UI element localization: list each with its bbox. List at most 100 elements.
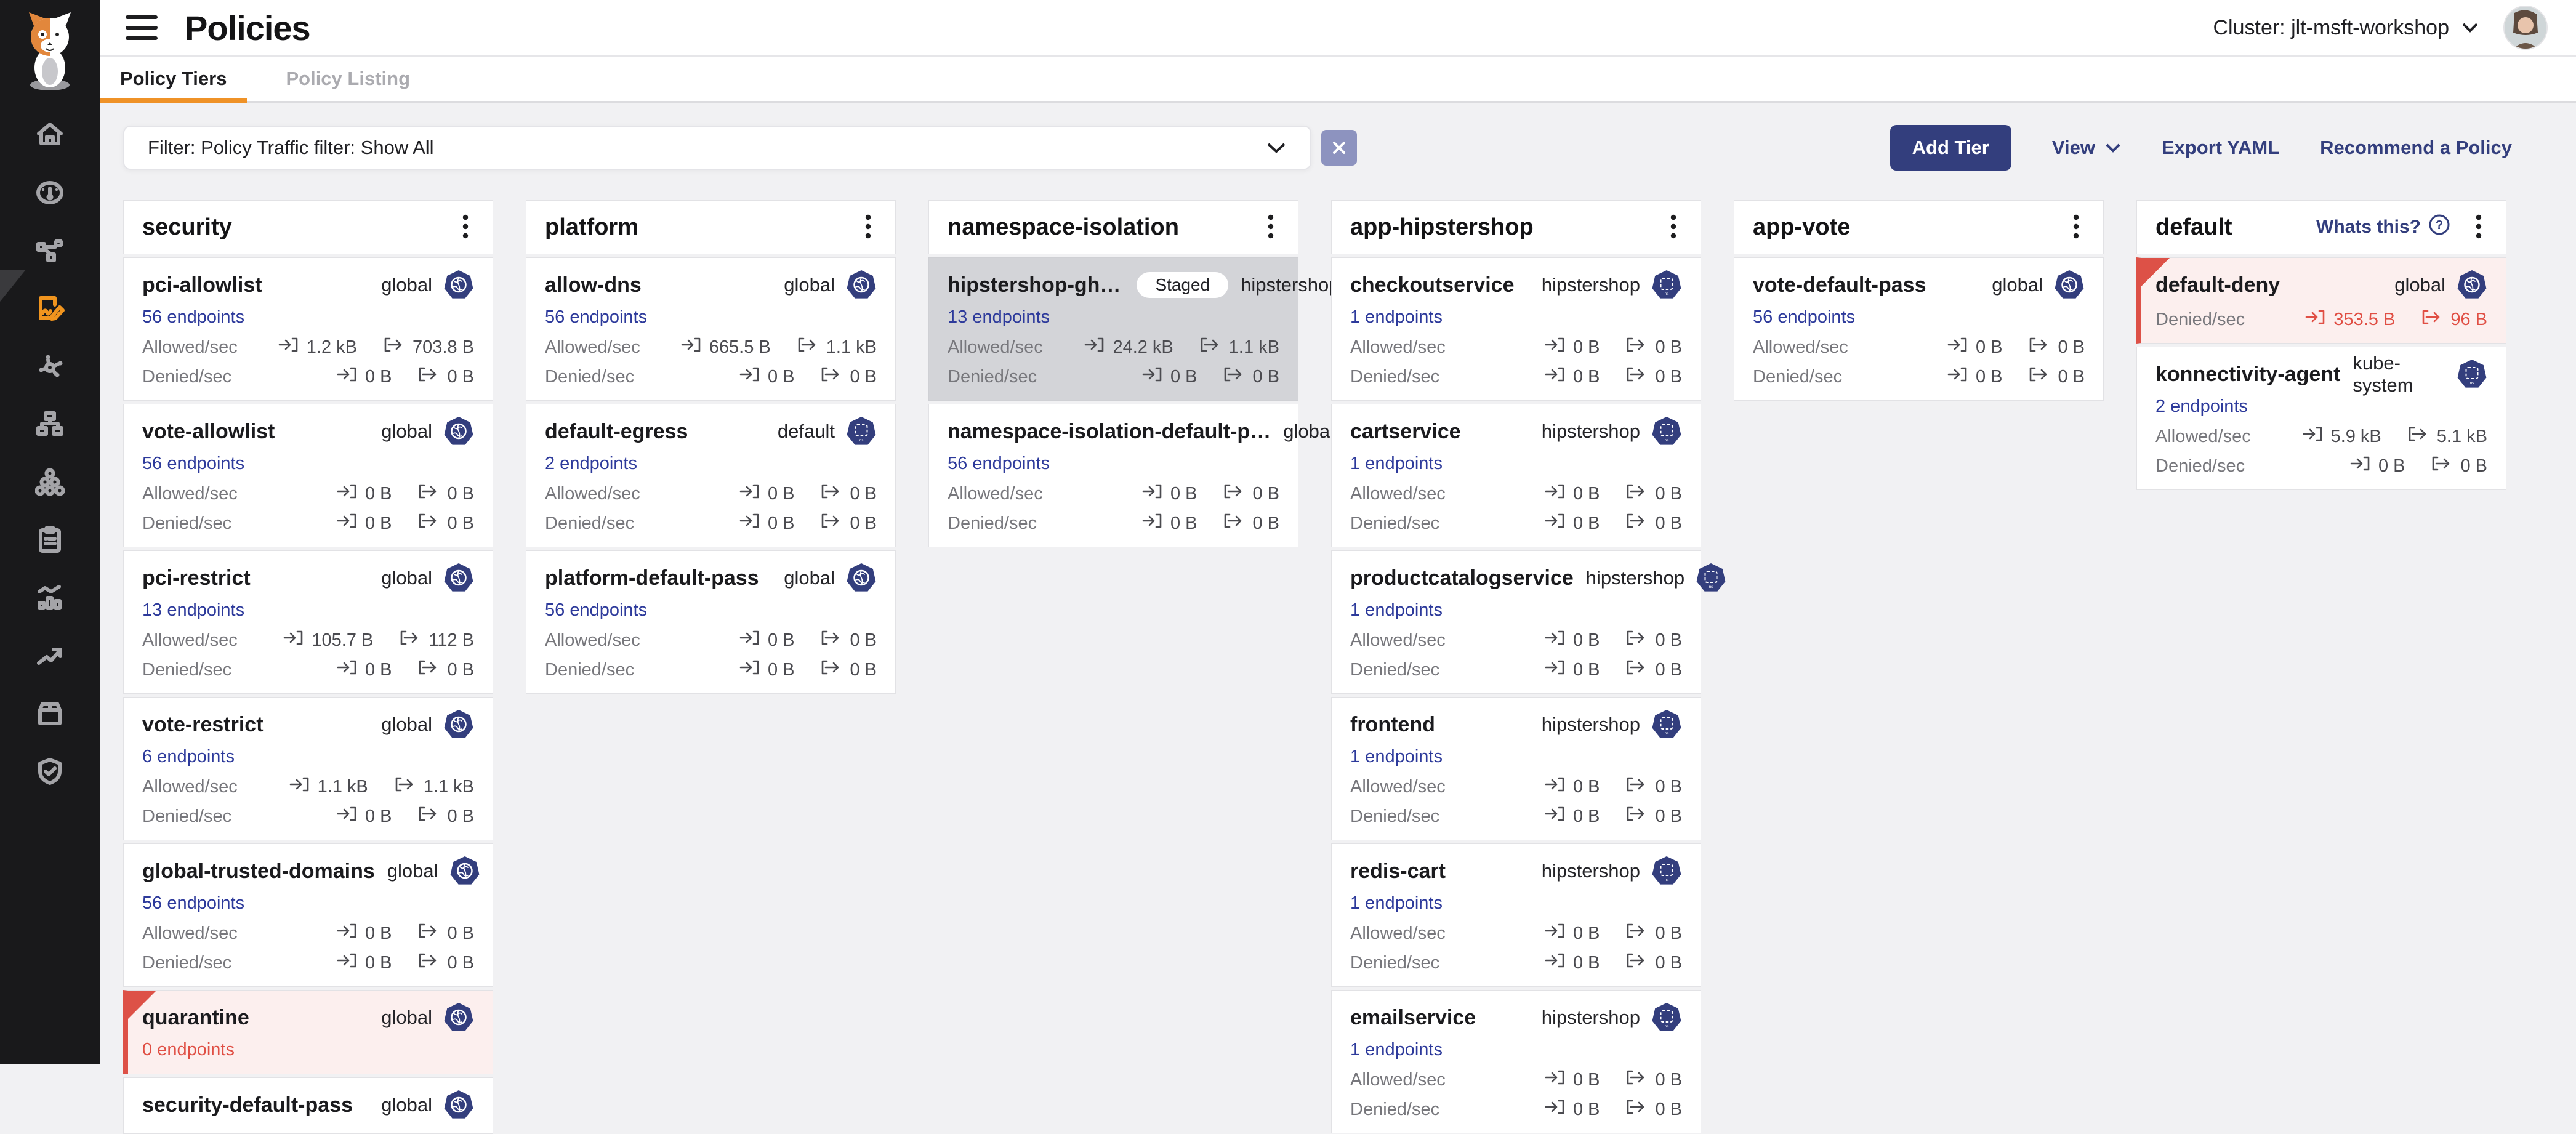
endpoints-link[interactable]: 2 endpoints [545, 454, 637, 474]
policy-card[interactable]: namespace-isolation-default-p…global56 e… [928, 404, 1298, 547]
metric-out-value: 0 B [2058, 337, 2085, 358]
sidebar-item-dashboard[interactable] [0, 165, 100, 223]
sidebar-item-compliance[interactable] [0, 512, 100, 570]
endpoints-link[interactable]: 56 endpoints [142, 307, 244, 328]
metric-in-value: 0 B [768, 630, 795, 651]
clear-filter-button[interactable] [1321, 130, 1357, 166]
sidebar-item-flows[interactable] [0, 339, 100, 396]
egress-icon [820, 659, 842, 681]
endpoints-link[interactable]: 6 endpoints [142, 747, 235, 767]
egress-icon [394, 776, 416, 798]
ingress-icon [1083, 336, 1105, 358]
hamburger-menu-icon[interactable] [126, 15, 158, 40]
policy-card[interactable]: vote-allowlistglobal56 endpointsAllowed/… [123, 404, 493, 547]
sidebar-item-nodes[interactable] [0, 396, 100, 454]
endpoints-link[interactable]: 1 endpoints [1350, 893, 1443, 914]
tier-menu-button[interactable] [2466, 212, 2491, 242]
metric-in-value: 0 B [365, 923, 392, 944]
endpoints-link[interactable]: 56 endpoints [142, 893, 244, 914]
tier-menu-button[interactable] [2064, 212, 2088, 242]
metric-out-value: 0 B [447, 513, 474, 534]
endpoints-link[interactable]: 1 endpoints [1350, 1040, 1443, 1060]
egress-icon [1625, 805, 1648, 827]
tab-policy-listing[interactable]: Policy Listing [265, 57, 430, 101]
policy-card[interactable]: platform-default-passglobal56 endpointsA… [526, 550, 896, 694]
endpoints-link[interactable]: 0 endpoints [142, 1040, 235, 1060]
metric-out-value: 0 B [1655, 1100, 1682, 1120]
sidebar-item-clusters[interactable] [0, 454, 100, 512]
ingress-icon [1544, 366, 1566, 388]
policy-card[interactable]: default-egressdefaultns2 endpointsAllowe… [526, 404, 896, 547]
policy-card[interactable]: vote-restrictglobal6 endpointsAllowed/se… [123, 697, 493, 840]
sidebar-item-packages[interactable] [0, 686, 100, 744]
globe-icon [449, 856, 480, 887]
tier-title: security [142, 214, 232, 241]
metric-in-value: 0 B [1573, 660, 1600, 680]
cluster-selector[interactable]: Cluster: jlt-msft-workshop [2213, 16, 2479, 40]
policy-card[interactable]: quarantineglobal0 endpoints [123, 990, 493, 1074]
policy-card[interactable]: productcatalogservicehipstershopns1 endp… [1331, 550, 1701, 694]
policy-card[interactable]: global-trusted-domainsglobal56 endpoints… [123, 843, 493, 987]
export-yaml-button[interactable]: Export YAML [2162, 137, 2279, 159]
endpoints-link[interactable]: 56 endpoints [545, 600, 647, 621]
globe-icon [846, 563, 877, 593]
policy-scope: kube-system [2340, 352, 2445, 396]
view-menu-button[interactable]: View [2052, 137, 2121, 159]
policy-card[interactable]: hipstershop-gh…Stagedhipstershopns13 end… [928, 257, 1298, 401]
policy-name: namespace-isolation-default-p… [948, 420, 1271, 444]
policy-card[interactable]: vote-default-passglobal56 endpointsAllow… [1734, 257, 2104, 401]
main-area: Policies Cluster: jlt-msft-workshop Poli… [100, 0, 2576, 1064]
metric-out-value: 0 B [1655, 923, 1682, 944]
recommend-policy-button[interactable]: Recommend a Policy [2320, 137, 2512, 159]
tier-menu-button[interactable] [1661, 212, 1686, 242]
tier-menu-button[interactable] [856, 212, 880, 242]
sidebar-item-statistics[interactable] [0, 570, 100, 628]
add-tier-button[interactable]: Add Tier [1890, 125, 2011, 171]
ingress-icon [1544, 1069, 1566, 1091]
policy-card[interactable]: pci-restrictglobal13 endpointsAllowed/se… [123, 550, 493, 694]
sidebar-item-home[interactable] [0, 107, 100, 165]
metric-in-value: 0 B [1573, 777, 1600, 797]
tier-menu-button[interactable] [1258, 212, 1283, 242]
endpoints-link[interactable]: 2 endpoints [2155, 396, 2248, 417]
endpoints-link[interactable]: 13 endpoints [948, 307, 1050, 328]
metric-out-value: 0 B [850, 367, 877, 387]
svg-text:ns: ns [2470, 381, 2475, 385]
tab-policy-tiers[interactable]: Policy Tiers [100, 57, 247, 101]
ingress-icon [336, 483, 358, 505]
endpoints-link[interactable]: 1 endpoints [1350, 454, 1443, 474]
endpoints-link[interactable]: 13 endpoints [142, 600, 244, 621]
metric-label: Denied/sec [2155, 310, 2245, 330]
egress-icon [2407, 425, 2429, 448]
metric-label: Denied/sec [142, 806, 231, 827]
egress-icon [2431, 455, 2453, 477]
metric-out-value: 0 B [447, 367, 474, 387]
endpoints-link[interactable]: 1 endpoints [1350, 307, 1443, 328]
sidebar-item-activity[interactable] [0, 628, 100, 686]
policy-scope: hipstershop [1529, 274, 1640, 296]
endpoints-link[interactable]: 1 endpoints [1350, 600, 1443, 621]
policy-card[interactable]: allow-dnsglobal56 endpointsAllowed/sec66… [526, 257, 896, 401]
whats-this-link[interactable]: Whats this?? [2316, 214, 2450, 241]
endpoints-link[interactable]: 56 endpoints [1753, 307, 1855, 328]
policy-card[interactable]: redis-carthipstershopns1 endpointsAllowe… [1331, 843, 1701, 987]
avatar[interactable] [2503, 6, 2548, 50]
policy-card[interactable]: checkoutservicehipstershopns1 endpointsA… [1331, 257, 1701, 401]
endpoints-link[interactable]: 56 endpoints [948, 454, 1050, 474]
policy-card[interactable]: security-default-passglobal [123, 1077, 493, 1134]
policy-card[interactable]: konnectivity-agentkube-systemns2 endpoin… [2136, 347, 2506, 490]
policy-card[interactable]: default-denyglobalDenied/sec353.5 B96 B [2136, 257, 2506, 344]
policy-card[interactable]: frontendhipstershopns1 endpointsAllowed/… [1331, 697, 1701, 840]
metric-label: Allowed/sec [1350, 923, 1446, 944]
metric-in-value: 5.9 kB [2331, 427, 2381, 447]
policy-traffic-filter-select[interactable]: Filter: Policy Traffic filter: Show All [123, 126, 1311, 170]
policy-card[interactable]: emailservicehipstershopns1 endpointsAllo… [1331, 990, 1701, 1133]
endpoints-link[interactable]: 1 endpoints [1350, 747, 1443, 767]
sidebar-item-security[interactable] [0, 744, 100, 802]
endpoints-link[interactable]: 56 endpoints [142, 454, 244, 474]
policy-card[interactable]: cartservicehipstershopns1 endpointsAllow… [1331, 404, 1701, 547]
metric-in-value: 0 B [365, 953, 392, 973]
tier-menu-button[interactable] [453, 212, 478, 242]
endpoints-link[interactable]: 56 endpoints [545, 307, 647, 328]
policy-card[interactable]: pci-allowlistglobal56 endpointsAllowed/s… [123, 257, 493, 401]
